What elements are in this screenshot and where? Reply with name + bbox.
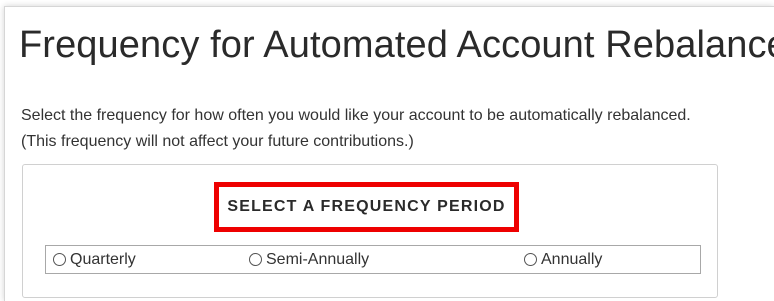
frequency-description: Select the frequency for how often you w… (21, 107, 691, 150)
radio-button-semi-annually[interactable] (249, 253, 262, 266)
radio-label-semi-annually[interactable]: Semi-Annually (266, 251, 369, 269)
radio-button-annually[interactable] (524, 253, 537, 266)
radio-label-annually[interactable]: Annually (541, 251, 602, 269)
frequency-selection-box: SELECT A FREQUENCY PERIOD Quarterly Semi… (22, 164, 718, 298)
radio-button-quarterly[interactable] (53, 253, 66, 266)
rebalance-frequency-panel: Frequency for Automated Account Rebalanc… (4, 6, 774, 301)
radio-option-annually[interactable]: Annually (524, 246, 602, 273)
frequency-heading-highlight: SELECT A FREQUENCY PERIOD (214, 182, 519, 232)
radio-label-quarterly[interactable]: Quarterly (70, 251, 136, 269)
frequency-radio-group: Quarterly Semi-Annually Annually (45, 245, 701, 274)
page-title: Frequency for Automated Account Rebalanc… (19, 24, 774, 66)
frequency-heading: SELECT A FREQUENCY PERIOD (227, 198, 506, 215)
radio-option-semi-annually[interactable]: Semi-Annually (249, 246, 369, 273)
radio-option-quarterly[interactable]: Quarterly (53, 246, 136, 273)
